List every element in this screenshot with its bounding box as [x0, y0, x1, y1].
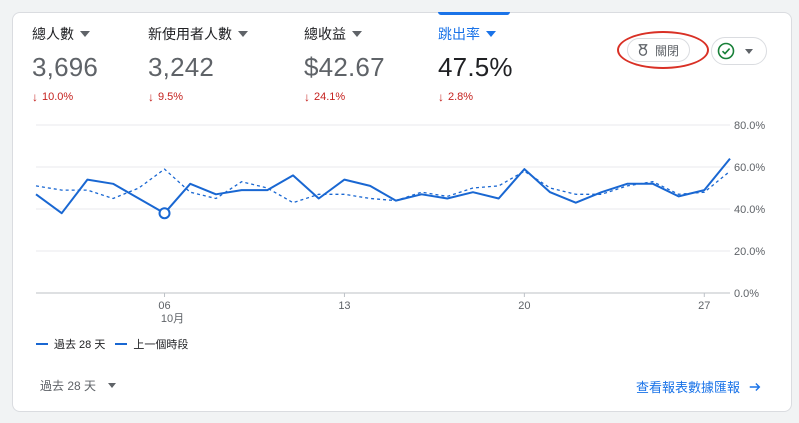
- chart-legend: 過去 28 天 上一個時段: [36, 336, 188, 352]
- y-tick-label: 40.0%: [734, 204, 765, 216]
- x-tick-label: 13: [338, 300, 350, 312]
- highlight-point: [158, 207, 171, 220]
- y-tick-label: 80.0%: [734, 120, 765, 132]
- date-range-dropdown[interactable]: 過去 28 天: [40, 377, 117, 394]
- x-tick-label: 06: [158, 300, 170, 312]
- caret-down-icon: [108, 383, 117, 388]
- y-tick-label: 20.0%: [734, 246, 765, 258]
- date-range-label: 過去 28 天: [40, 379, 97, 393]
- x-tick-label: 20: [518, 300, 530, 312]
- y-tick-label: 60.0%: [734, 162, 765, 174]
- y-tick-label: 0.0%: [734, 288, 759, 300]
- x-tick-label: 27: [698, 300, 710, 312]
- legend-dashed-swatch: [115, 343, 128, 345]
- view-report-link[interactable]: 查看報表數據匯報: [636, 377, 762, 396]
- x-tick-sublabel: 10月: [161, 313, 184, 325]
- line-chart: 80.0% 60.0% 40.0% 20.0% 0.0% 0610月 13 20 27: [35, 120, 765, 325]
- legend-solid-swatch: [36, 343, 48, 345]
- legend-current-label: 過去 28 天: [54, 339, 106, 351]
- legend-previous-label: 上一個時段: [133, 339, 189, 351]
- arrow-right-icon: [749, 382, 761, 391]
- previous-period-line: [35, 168, 731, 204]
- view-report-label: 查看報表數據匯報: [636, 380, 741, 395]
